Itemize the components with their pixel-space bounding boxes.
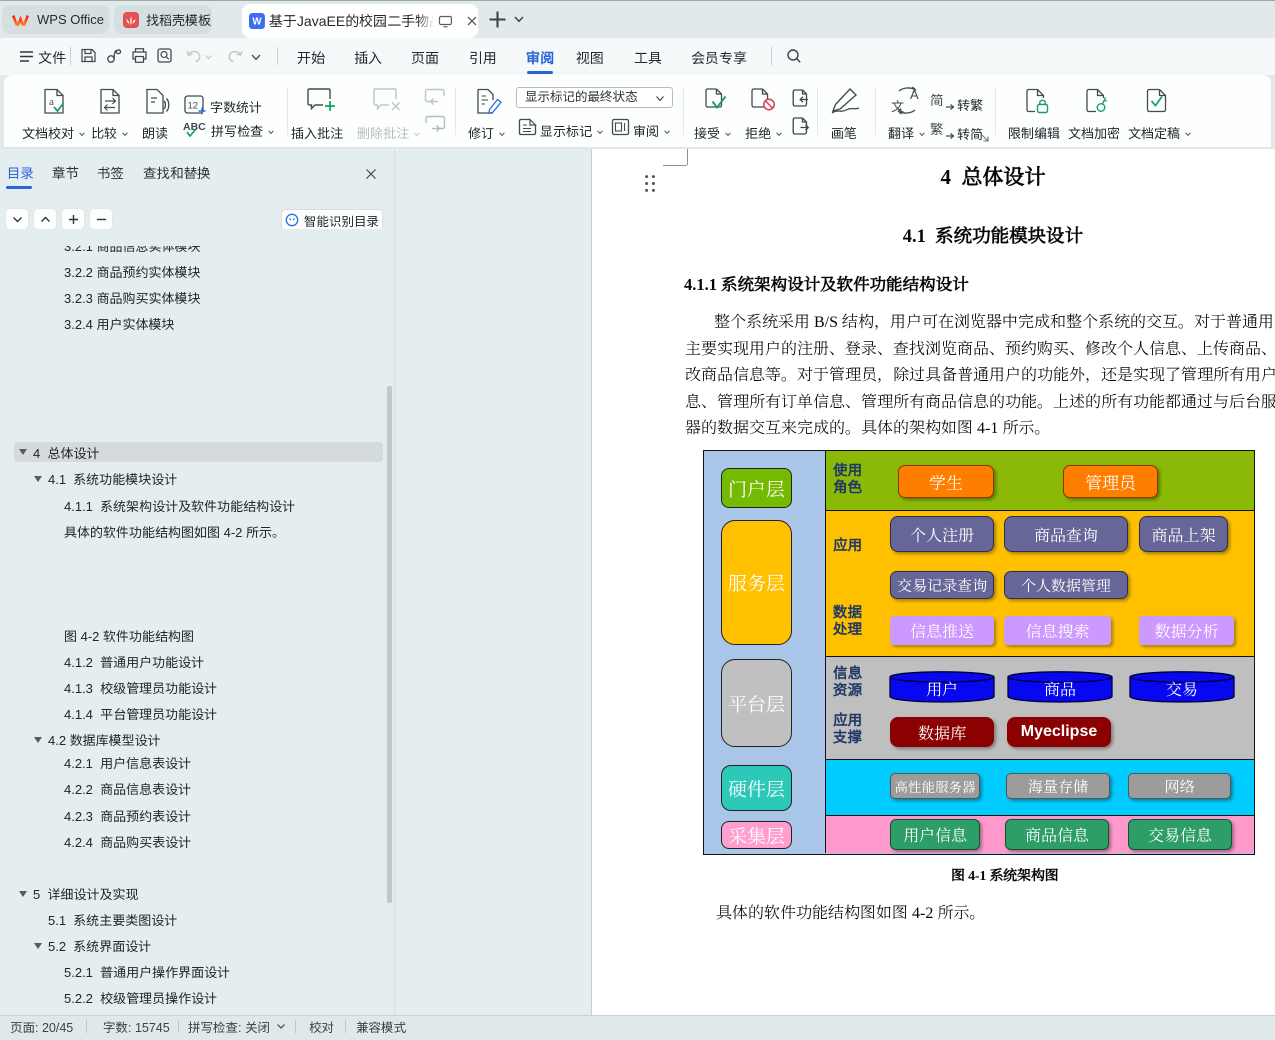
svg-text:繁: 繁 xyxy=(930,120,944,138)
svg-text:W: W xyxy=(252,17,262,28)
svg-text:a: a xyxy=(49,96,54,108)
svg-text:简: 简 xyxy=(930,91,944,109)
svg-text:12: 12 xyxy=(188,101,199,112)
